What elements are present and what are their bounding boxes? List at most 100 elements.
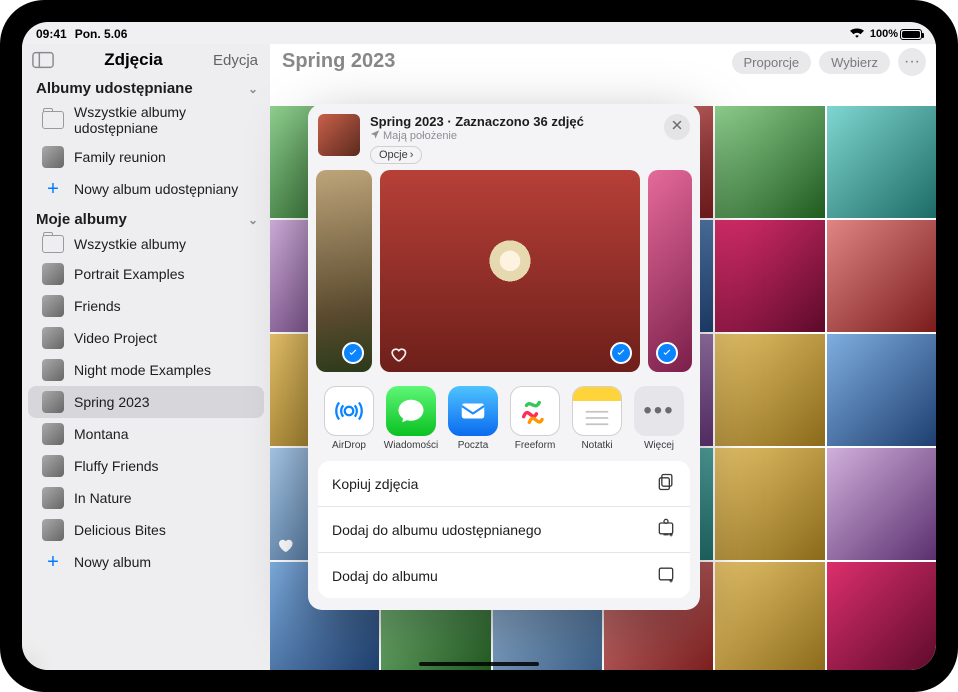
album-thumb-icon xyxy=(42,359,64,381)
selected-check-icon xyxy=(610,342,632,364)
sidebar-item-label: Family reunion xyxy=(74,149,166,165)
sidebar-item-family-reunion[interactable]: Family reunion xyxy=(28,141,264,173)
sidebar-item-all-shared[interactable]: Wszystkie albumy udostępniane xyxy=(28,99,264,141)
share-title: Spring 2023 · Zaznaczono 36 zdjęć xyxy=(370,114,654,129)
sidebar-item-all-albums[interactable]: Wszystkie albumy xyxy=(28,230,264,258)
plus-icon: + xyxy=(42,178,64,200)
share-app-notes[interactable]: Notatki xyxy=(570,386,624,451)
sidebar-toggle-icon[interactable] xyxy=(32,51,54,69)
photo-cell[interactable] xyxy=(715,106,824,218)
share-selection-count: Zaznaczono 36 zdjęć xyxy=(455,114,584,129)
share-preview-item[interactable] xyxy=(380,170,640,372)
heart-icon xyxy=(276,536,294,554)
photo-cell[interactable] xyxy=(827,220,936,332)
sidebar-item-label: Friends xyxy=(74,298,121,314)
action-add-album[interactable]: Dodaj do albumu xyxy=(318,552,690,598)
share-close-button[interactable] xyxy=(664,114,690,140)
photo-cell[interactable] xyxy=(827,448,936,560)
share-preview-item[interactable] xyxy=(316,170,372,372)
sidebar-item-label: Delicious Bites xyxy=(74,522,166,538)
close-icon xyxy=(671,118,683,136)
section-shared-albums[interactable]: Albumy udostępniane ⌄ xyxy=(22,74,270,99)
sidebar-item-in-nature[interactable]: In Nature xyxy=(28,482,264,514)
album-thumb-icon xyxy=(42,391,64,413)
sidebar-item-night-mode[interactable]: Night mode Examples xyxy=(28,354,264,386)
share-preview-row xyxy=(308,170,700,382)
album-thumb-icon xyxy=(42,263,64,285)
sidebar-item-label: Nowy album xyxy=(74,554,151,570)
sidebar-item-spring-2023[interactable]: Spring 2023 xyxy=(28,386,264,418)
sidebar-item-video-project[interactable]: Video Project xyxy=(28,322,264,354)
home-indicator[interactable] xyxy=(419,662,539,666)
sidebar-item-label: Video Project xyxy=(74,330,157,346)
mail-icon xyxy=(448,386,498,436)
sidebar-item-label: Wszystkie albumy udostępniane xyxy=(74,104,252,136)
selected-check-icon xyxy=(656,342,678,364)
photo-cell[interactable] xyxy=(715,334,824,446)
share-actions-list: Kopiuj zdjęcia Dodaj do albumu udostępni… xyxy=(318,461,690,598)
album-thumb-icon xyxy=(42,327,64,349)
aspect-ratio-button[interactable]: Proporcje xyxy=(732,51,812,74)
select-button[interactable]: Wybierz xyxy=(819,51,890,74)
share-app-label: Poczta xyxy=(458,440,489,451)
sidebar-item-new-shared[interactable]: + Nowy album udostępniany xyxy=(28,173,264,205)
share-app-label: Wiadomości xyxy=(384,440,438,451)
share-app-more[interactable]: ••• Więcej xyxy=(632,386,686,451)
sidebar-item-label: Nowy album udostępniany xyxy=(74,181,238,197)
share-app-label: Notatki xyxy=(581,440,612,451)
share-app-messages[interactable]: Wiadomości xyxy=(384,386,438,451)
selected-check-icon xyxy=(342,342,364,364)
share-app-freeform[interactable]: Freeform xyxy=(508,386,562,451)
copy-icon xyxy=(656,472,676,495)
airdrop-icon xyxy=(324,386,374,436)
sidebar-item-label: In Nature xyxy=(74,490,132,506)
share-app-mail[interactable]: Poczta xyxy=(446,386,500,451)
sidebar-edit-button[interactable]: Edycja xyxy=(213,52,258,69)
shared-folder-icon xyxy=(42,111,64,129)
shared-album-add-icon xyxy=(656,518,676,541)
status-date: Pon. 5.06 xyxy=(75,27,128,41)
sidebar-item-label: Portrait Examples xyxy=(74,266,184,282)
chevron-right-icon: › xyxy=(410,149,414,161)
battery-pct: 100% xyxy=(870,28,898,40)
plus-icon: + xyxy=(42,551,64,573)
more-icon: ••• xyxy=(634,386,684,436)
sidebar-item-portrait-examples[interactable]: Portrait Examples xyxy=(28,258,264,290)
share-apps-row: AirDrop Wiadomości Poczta xyxy=(308,382,700,461)
notes-icon xyxy=(572,386,622,436)
action-add-shared-album[interactable]: Dodaj do albumu udostępnianego xyxy=(318,506,690,552)
sidebar-item-new-album[interactable]: + Nowy album xyxy=(28,546,264,578)
share-app-label: AirDrop xyxy=(332,440,366,451)
album-thumb-icon xyxy=(42,487,64,509)
photo-cell[interactable] xyxy=(827,106,936,218)
sidebar-item-friends[interactable]: Friends xyxy=(28,290,264,322)
messages-icon xyxy=(386,386,436,436)
share-preview-thumb xyxy=(318,114,360,156)
photo-cell[interactable] xyxy=(827,334,936,446)
sidebar-item-label: Montana xyxy=(74,426,128,442)
action-copy-photos[interactable]: Kopiuj zdjęcia xyxy=(318,461,690,506)
share-app-airdrop[interactable]: AirDrop xyxy=(322,386,376,451)
sidebar-item-fluffy-friends[interactable]: Fluffy Friends xyxy=(28,450,264,482)
section-my-label: Moje albumy xyxy=(36,211,127,228)
status-bar: 09:41 Pon. 5.06 100% xyxy=(22,22,936,44)
album-add-icon xyxy=(656,564,676,587)
share-preview-item[interactable] xyxy=(648,170,692,372)
wifi-icon xyxy=(850,27,864,41)
share-app-label: Freeform xyxy=(515,440,556,451)
photo-cell[interactable] xyxy=(715,562,824,670)
photo-cell[interactable] xyxy=(715,220,824,332)
sidebar-item-label: Wszystkie albumy xyxy=(74,236,186,252)
photo-cell[interactable] xyxy=(827,562,936,670)
album-thumb-icon xyxy=(42,295,64,317)
photo-cell[interactable] xyxy=(715,448,824,560)
section-my-albums[interactable]: Moje albumy ⌄ xyxy=(22,205,270,230)
sidebar-item-montana[interactable]: Montana xyxy=(28,418,264,450)
folder-icon xyxy=(42,235,64,253)
chevron-down-icon: ⌄ xyxy=(248,82,258,96)
album-title: Spring 2023 xyxy=(282,50,395,73)
share-options-button[interactable]: Opcje › xyxy=(370,146,422,164)
battery-indicator: 100% xyxy=(870,28,922,40)
sidebar-item-delicious-bites[interactable]: Delicious Bites xyxy=(28,514,264,546)
more-menu-button[interactable]: ··· xyxy=(898,48,926,76)
